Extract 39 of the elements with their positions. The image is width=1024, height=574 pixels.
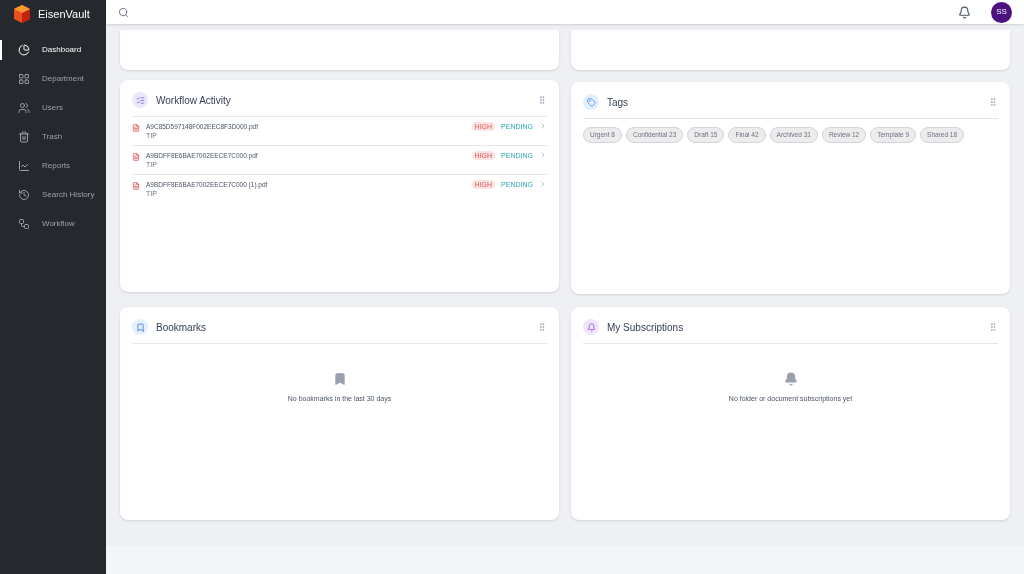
chevron-right-icon[interactable] <box>539 151 547 159</box>
pie-chart-icon <box>18 44 30 56</box>
cube-logo-icon <box>12 4 32 24</box>
tag-icon <box>583 94 599 110</box>
bookmark-icon <box>332 372 347 386</box>
pdf-file-icon <box>132 124 140 132</box>
sidebar-item[interactable]: Workflow <box>0 214 106 234</box>
drag-handle-icon[interactable] <box>537 95 547 105</box>
line-chart-icon <box>18 160 30 172</box>
history-icon <box>18 189 30 201</box>
drag-handle-icon[interactable] <box>537 322 547 332</box>
users-icon <box>18 102 30 114</box>
chevron-right-icon[interactable] <box>539 122 547 130</box>
brand-name: EisenVault <box>38 6 90 22</box>
card-title: Tags <box>607 95 629 110</box>
card-title: Workflow Activity <box>156 93 231 108</box>
sidebar-item[interactable]: Reports <box>0 156 106 176</box>
sidebar-item[interactable]: Trash <box>0 127 106 147</box>
bell-icon <box>783 372 798 386</box>
pdf-file-icon <box>132 182 140 190</box>
sidebar-item[interactable]: Department <box>0 69 106 89</box>
chevron-right-icon[interactable] <box>539 180 547 188</box>
drag-handle-icon[interactable] <box>988 322 998 332</box>
bookmark-icon <box>132 319 148 335</box>
drag-handle-icon[interactable] <box>988 97 998 107</box>
card-title: My Subscriptions <box>607 320 684 335</box>
sidebar-item[interactable]: Search History <box>0 185 106 205</box>
card-title: Bookmarks <box>156 320 206 335</box>
user-avatar[interactable]: SS <box>991 1 1012 23</box>
grid-icon <box>18 73 30 85</box>
sidebar-item[interactable]: Users <box>0 98 106 118</box>
sidebar-item[interactable]: Dashboard <box>0 40 106 60</box>
workflow-icon <box>18 218 30 230</box>
notification-bell-icon[interactable] <box>958 5 971 19</box>
trash-icon <box>18 131 30 143</box>
bell-icon <box>583 319 599 335</box>
checklist-icon <box>132 92 148 108</box>
pdf-file-icon <box>132 153 140 161</box>
search-icon[interactable] <box>118 6 129 18</box>
